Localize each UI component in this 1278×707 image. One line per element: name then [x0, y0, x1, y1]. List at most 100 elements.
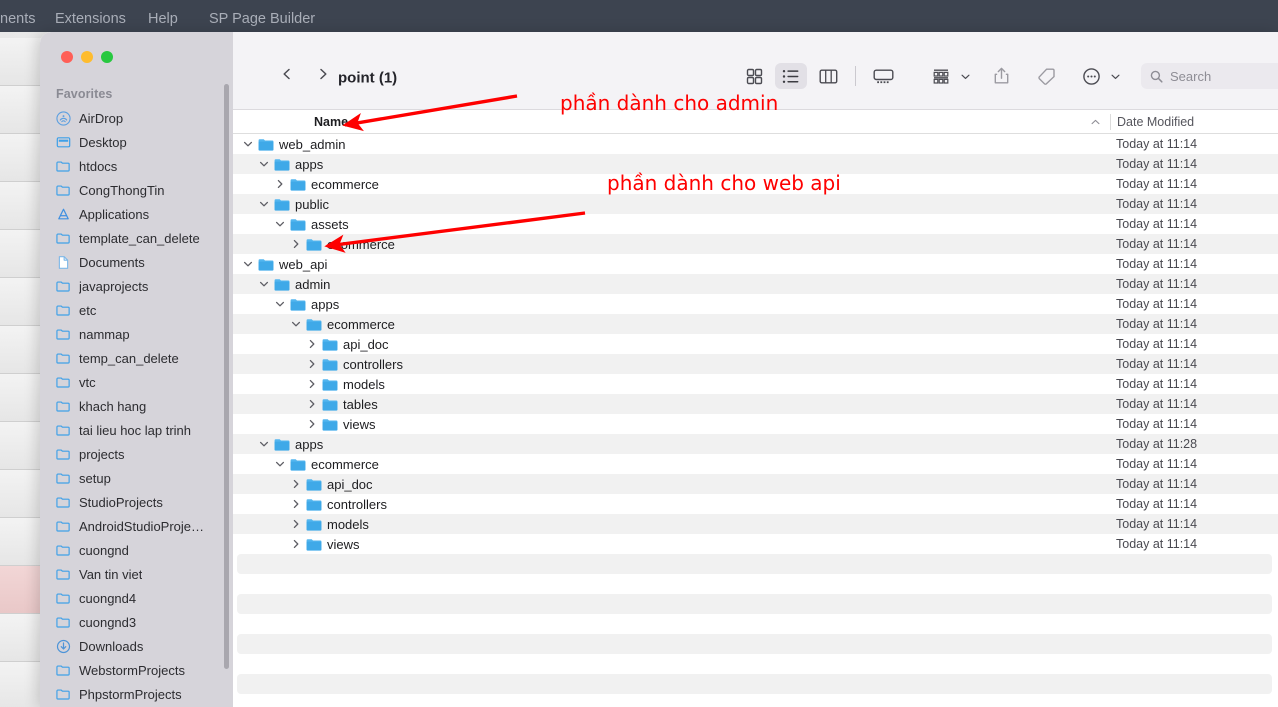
- table-row[interactable]: ecommerce Today at 11:14: [233, 314, 1278, 334]
- sidebar-item-khach-hang[interactable]: khach hang: [40, 394, 233, 418]
- file-name-cell[interactable]: views: [291, 534, 360, 554]
- file-name-cell[interactable]: controllers: [291, 494, 387, 514]
- sidebar-item-etc[interactable]: etc: [40, 298, 233, 322]
- sidebar-item-tai-lieu-hoc-lap-trinh[interactable]: tai lieu hoc lap trinh: [40, 418, 233, 442]
- disclosure-expanded-icon[interactable]: [259, 199, 269, 209]
- table-row[interactable]: public Today at 11:14: [233, 194, 1278, 214]
- file-name-cell[interactable]: controllers: [307, 354, 403, 374]
- gallery-view-button[interactable]: [867, 63, 899, 89]
- column-header-name[interactable]: Name: [314, 110, 348, 134]
- sidebar-item-phpstormprojects[interactable]: PhpstormProjects: [40, 682, 233, 706]
- table-row[interactable]: controllers Today at 11:14: [233, 494, 1278, 514]
- sidebar-scrollbar[interactable]: [224, 84, 229, 669]
- sidebar-item-htdocs[interactable]: htdocs: [40, 154, 233, 178]
- file-name-cell[interactable]: public: [259, 194, 329, 214]
- sidebar-item-documents[interactable]: Documents: [40, 250, 233, 274]
- sidebar-item-applications[interactable]: Applications: [40, 202, 233, 226]
- disclosure-expanded-icon[interactable]: [291, 319, 301, 329]
- column-view-button[interactable]: [812, 63, 844, 89]
- sidebar-item-congthongtin[interactable]: CongThongTin: [40, 178, 233, 202]
- sidebar-item-desktop[interactable]: Desktop: [40, 130, 233, 154]
- file-name-cell[interactable]: admin: [259, 274, 330, 294]
- sidebar-item-nammap[interactable]: nammap: [40, 322, 233, 346]
- file-name-cell[interactable]: api_doc: [307, 334, 389, 354]
- table-row[interactable]: web_admin Today at 11:14: [233, 134, 1278, 154]
- disclosure-expanded-icon[interactable]: [259, 279, 269, 289]
- table-row[interactable]: models Today at 11:14: [233, 514, 1278, 534]
- table-row[interactable]: apps Today at 11:28: [233, 434, 1278, 454]
- disclosure-expanded-icon[interactable]: [275, 299, 285, 309]
- sidebar-item-template-can-delete[interactable]: template_can_delete: [40, 226, 233, 250]
- sidebar-item-setup[interactable]: setup: [40, 466, 233, 490]
- table-row[interactable]: models Today at 11:14: [233, 374, 1278, 394]
- chevron-down-icon[interactable]: [960, 67, 970, 85]
- table-row[interactable]: views Today at 11:14: [233, 534, 1278, 554]
- file-name-cell[interactable]: web_api: [243, 254, 327, 274]
- table-row[interactable]: api_doc Today at 11:14: [233, 334, 1278, 354]
- table-row[interactable]: web_api Today at 11:14: [233, 254, 1278, 274]
- table-row[interactable]: admin Today at 11:14: [233, 274, 1278, 294]
- file-name-cell[interactable]: models: [307, 374, 385, 394]
- file-name-cell[interactable]: tables: [307, 394, 378, 414]
- file-name-cell[interactable]: ecommerce: [291, 234, 395, 254]
- sidebar-item-cuongnd4[interactable]: cuongnd4: [40, 586, 233, 610]
- disclosure-collapsed-icon[interactable]: [291, 539, 301, 549]
- table-row[interactable]: api_doc Today at 11:14: [233, 474, 1278, 494]
- file-name-cell[interactable]: web_admin: [243, 134, 346, 154]
- file-name-cell[interactable]: api_doc: [291, 474, 373, 494]
- zoom-button[interactable]: [101, 51, 113, 63]
- file-name-cell[interactable]: ecommerce: [275, 454, 379, 474]
- disclosure-collapsed-icon[interactable]: [291, 499, 301, 509]
- share-button[interactable]: [985, 63, 1017, 89]
- sidebar-item-androidstudioproje[interactable]: AndroidStudioProje…: [40, 514, 233, 538]
- table-row[interactable]: assets Today at 11:14: [233, 214, 1278, 234]
- disclosure-collapsed-icon[interactable]: [291, 519, 301, 529]
- disclosure-expanded-icon[interactable]: [259, 159, 269, 169]
- more-actions-button[interactable]: [1075, 63, 1107, 89]
- file-name-cell[interactable]: apps: [275, 294, 339, 314]
- tag-button[interactable]: [1030, 63, 1062, 89]
- menu-item-help[interactable]: Help: [148, 11, 178, 27]
- group-by-button[interactable]: [925, 63, 957, 89]
- sidebar-item-vtc[interactable]: vtc: [40, 370, 233, 394]
- search-field[interactable]: Search: [1141, 63, 1278, 89]
- column-header-date-modified[interactable]: Date Modified: [1117, 110, 1194, 134]
- disclosure-expanded-icon[interactable]: [243, 139, 253, 149]
- sidebar-item-projects[interactable]: projects: [40, 442, 233, 466]
- list-view-button[interactable]: [775, 63, 807, 89]
- icon-view-button[interactable]: [738, 63, 770, 89]
- disclosure-expanded-icon[interactable]: [259, 439, 269, 449]
- disclosure-collapsed-icon[interactable]: [275, 179, 285, 189]
- sidebar-item-studioprojects[interactable]: StudioProjects: [40, 490, 233, 514]
- close-button[interactable]: [61, 51, 73, 63]
- sidebar-item-javaprojects[interactable]: javaprojects: [40, 274, 233, 298]
- sidebar-item-airdrop[interactable]: AirDrop: [40, 106, 233, 130]
- disclosure-collapsed-icon[interactable]: [307, 339, 317, 349]
- disclosure-collapsed-icon[interactable]: [291, 479, 301, 489]
- minimize-button[interactable]: [81, 51, 93, 63]
- sidebar-item-temp-can-delete[interactable]: temp_can_delete: [40, 346, 233, 370]
- disclosure-collapsed-icon[interactable]: [307, 399, 317, 409]
- menu-item-extensions[interactable]: Extensions: [55, 11, 126, 27]
- table-row[interactable]: ecommerce Today at 11:14: [233, 454, 1278, 474]
- file-name-cell[interactable]: ecommerce: [275, 174, 379, 194]
- table-row[interactable]: apps Today at 11:14: [233, 294, 1278, 314]
- disclosure-collapsed-icon[interactable]: [307, 379, 317, 389]
- menu-item-sp-page-builder[interactable]: SP Page Builder: [209, 11, 315, 27]
- disclosure-collapsed-icon[interactable]: [291, 239, 301, 249]
- back-button[interactable]: [281, 67, 293, 85]
- chevron-down-icon-more[interactable]: [1110, 67, 1120, 85]
- table-row[interactable]: tables Today at 11:14: [233, 394, 1278, 414]
- file-name-cell[interactable]: ecommerce: [291, 314, 395, 334]
- menu-item-documents[interactable]: nents: [0, 11, 35, 27]
- table-row[interactable]: views Today at 11:14: [233, 414, 1278, 434]
- disclosure-expanded-icon[interactable]: [275, 219, 285, 229]
- sidebar-item-cuongnd[interactable]: cuongnd: [40, 538, 233, 562]
- disclosure-collapsed-icon[interactable]: [307, 419, 317, 429]
- sidebar-item-downloads[interactable]: Downloads: [40, 634, 233, 658]
- column-divider-1[interactable]: [1110, 114, 1111, 130]
- file-name-cell[interactable]: apps: [259, 154, 323, 174]
- disclosure-collapsed-icon[interactable]: [307, 359, 317, 369]
- sidebar-item-van-tin-viet[interactable]: Van tin viet: [40, 562, 233, 586]
- sidebar-item-webstormprojects[interactable]: WebstormProjects: [40, 658, 233, 682]
